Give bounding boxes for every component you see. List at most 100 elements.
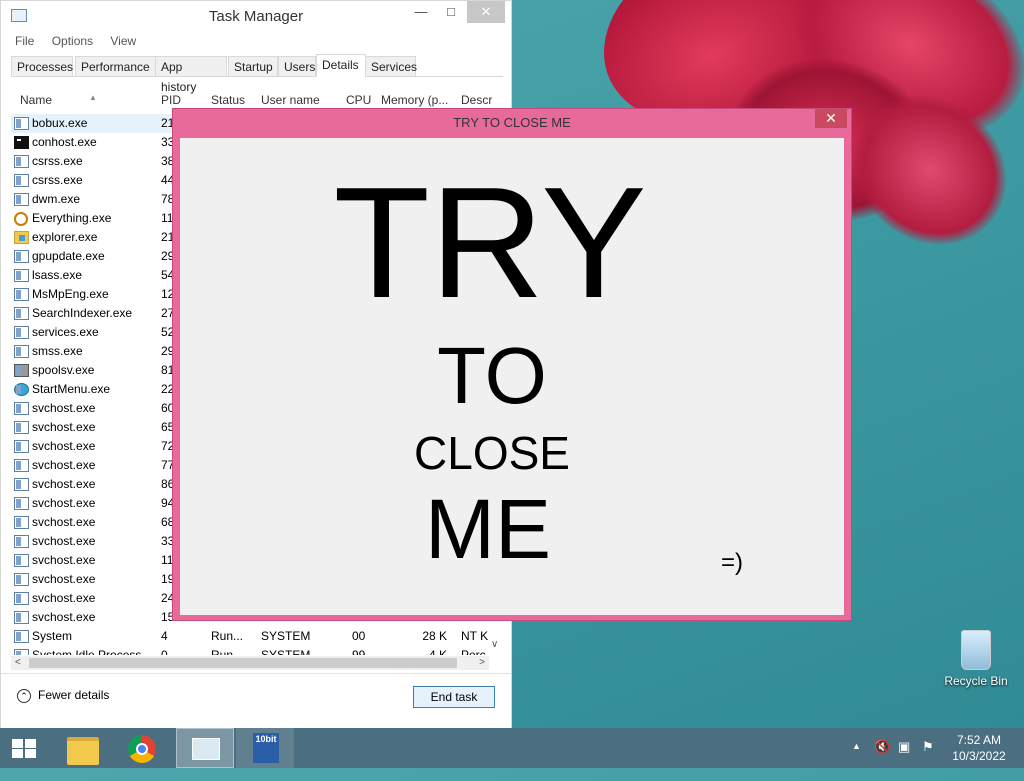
tenbit-taskbar-button[interactable]: 10bit xyxy=(236,728,294,768)
minimize-button[interactable]: — xyxy=(406,1,436,23)
start-button[interactable] xyxy=(0,728,48,768)
end-task-button[interactable]: End task xyxy=(413,686,495,708)
cell-name: csrss.exe xyxy=(32,154,83,168)
action-center-flag-icon[interactable]: ⚑ xyxy=(922,740,938,754)
exe-icon xyxy=(14,630,29,643)
tab-details[interactable]: Details xyxy=(316,54,366,77)
cell-pid: 0 xyxy=(161,648,168,655)
popup-title: TRY TO CLOSE ME xyxy=(453,115,571,130)
folder-icon xyxy=(67,737,99,765)
exe-icon xyxy=(14,497,29,510)
column-status[interactable]: Status xyxy=(211,93,245,107)
exe-icon xyxy=(14,649,29,655)
chrome-taskbar-button[interactable] xyxy=(114,728,172,768)
column-user-name[interactable]: User name xyxy=(261,93,320,107)
chevron-up-icon: ⌃ xyxy=(17,688,31,703)
file-explorer-taskbar-button[interactable] xyxy=(54,728,112,768)
cell-cpu: 99 xyxy=(352,648,366,655)
exe-icon xyxy=(14,478,29,491)
clock-time: 7:52 AM xyxy=(956,733,1002,747)
network-icon[interactable]: ▣ xyxy=(898,740,914,754)
folder-icon xyxy=(14,231,29,244)
cell-cpu: 00 xyxy=(352,629,366,643)
exe-icon xyxy=(14,592,29,605)
close-button[interactable]: ✕ xyxy=(467,1,505,23)
printer-icon xyxy=(14,364,29,377)
show-hidden-icons-icon[interactable]: ▲ xyxy=(852,741,861,781)
column-pid[interactable]: PID xyxy=(161,93,181,107)
exe-icon xyxy=(14,402,29,415)
exe-icon xyxy=(14,459,29,472)
exe-icon xyxy=(14,554,29,567)
title-bar[interactable]: Task Manager — □ ✕ xyxy=(1,1,511,31)
cell-name: gpupdate.exe xyxy=(32,249,105,263)
table-row[interactable]: System 4 Run... SYSTEM 00 28 K NT K xyxy=(11,627,506,646)
exe-icon xyxy=(14,193,29,206)
person-icon xyxy=(14,307,29,320)
task-manager-taskbar-button[interactable] xyxy=(176,728,234,768)
column-cpu[interactable]: CPU xyxy=(346,93,371,107)
scrollbar-thumb[interactable] xyxy=(29,658,457,668)
menu-options[interactable]: Options xyxy=(52,31,93,51)
menu-view[interactable]: View xyxy=(110,31,136,51)
clock-date: 10/3/2022 xyxy=(952,749,1006,763)
fewer-details-label: Fewer details xyxy=(38,688,110,702)
cell-name: Everything.exe xyxy=(32,211,112,225)
cell-name: svchost.exe xyxy=(32,439,96,453)
menu-bar: File Options View xyxy=(1,31,511,51)
cell-memory: 28 K xyxy=(422,629,447,643)
cell-user-name: SYSTEM xyxy=(261,648,311,655)
scroll-left-icon[interactable]: < xyxy=(15,656,21,670)
column-memory[interactable]: Memory (p... xyxy=(381,93,448,107)
recycle-bin-label: Recycle Bin xyxy=(944,674,1008,688)
horizontal-scrollbar[interactable]: < > xyxy=(11,656,489,670)
cell-status: Run... xyxy=(211,629,244,643)
console-icon xyxy=(14,136,29,149)
cell-name: csrss.exe xyxy=(32,173,83,187)
popup-close-button[interactable]: ✕ xyxy=(815,109,847,128)
scroll-right-icon[interactable]: > xyxy=(479,656,485,670)
exe-icon xyxy=(14,611,29,624)
fewer-details-button[interactable]: ⌃ Fewer details xyxy=(17,688,109,703)
exe-icon xyxy=(14,535,29,548)
cell-name: svchost.exe xyxy=(32,553,96,567)
cell-name: svchost.exe xyxy=(32,572,96,586)
windows-logo-icon xyxy=(12,739,36,758)
table-row[interactable]: System Idle Process 0 Run... SYSTEM 99 4 K Per… xyxy=(11,646,506,655)
cell-status: Run... xyxy=(211,648,244,655)
cell-name: svchost.exe xyxy=(32,420,96,434)
cell-pid: 4 xyxy=(161,629,168,643)
tab-startup[interactable]: Startup xyxy=(228,56,278,76)
scroll-down-icon[interactable]: ∨ xyxy=(491,639,498,650)
tab-performance[interactable]: Performance xyxy=(75,56,162,76)
sort-up-icon: ▲ xyxy=(89,93,97,102)
tab-app-history[interactable]: App history xyxy=(155,56,227,94)
tab-processes[interactable]: Processes xyxy=(11,56,73,76)
exe-icon xyxy=(14,573,29,586)
cell-description: NT K xyxy=(461,629,489,643)
column-name[interactable]: Name xyxy=(20,93,52,107)
exe-icon xyxy=(14,440,29,453)
text-try: TRY xyxy=(333,155,647,331)
cell-name: bobux.exe xyxy=(32,116,88,130)
chrome-icon xyxy=(128,735,156,763)
column-description[interactable]: Descr xyxy=(461,93,492,107)
recycle-bin-shortcut[interactable]: Recycle Bin xyxy=(940,630,1012,688)
prank-popup-window: TRY TO CLOSE ME ✕ TRY TO CLOSE ME =) xyxy=(172,108,852,621)
cell-name: lsass.exe xyxy=(32,268,83,282)
cell-name: conhost.exe xyxy=(32,135,97,149)
text-to: TO xyxy=(437,331,547,420)
maximize-button[interactable]: □ xyxy=(436,1,466,23)
cell-name: svchost.exe xyxy=(32,477,96,491)
tab-users[interactable]: Users xyxy=(278,56,316,76)
exe-icon xyxy=(14,155,29,168)
exe-icon xyxy=(14,421,29,434)
exe-icon xyxy=(14,345,29,358)
menu-file[interactable]: File xyxy=(15,31,34,51)
clock[interactable]: 7:52 AM 10/3/2022 xyxy=(946,732,1012,764)
cell-name: svchost.exe xyxy=(32,496,96,510)
speaker-muted-icon[interactable]: 🔇 xyxy=(874,740,890,754)
exe-icon xyxy=(14,269,29,282)
cell-user-name: SYSTEM xyxy=(261,629,311,643)
tab-services[interactable]: Services xyxy=(365,56,417,76)
